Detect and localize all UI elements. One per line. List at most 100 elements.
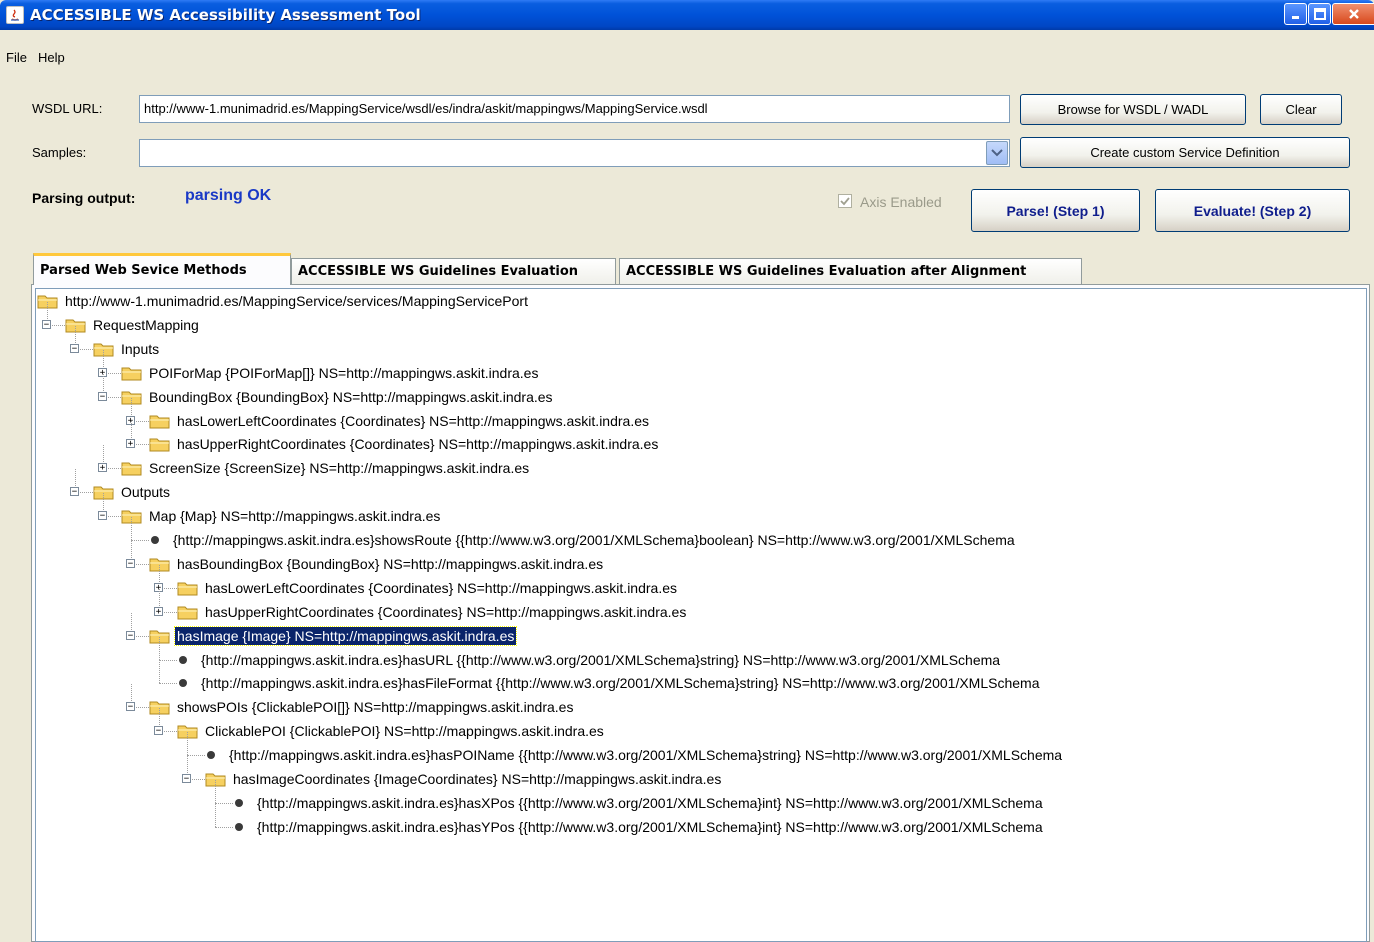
folder-icon — [149, 699, 171, 715]
leaf-bullet-icon — [179, 656, 187, 664]
leaf-bullet-icon — [207, 751, 215, 759]
tree-node-folder[interactable]: http://www-1.munimadrid.es/MappingServic… — [37, 290, 530, 312]
tree-node-folder[interactable]: Map {Map} NS=http://mappingws.askit.indr… — [121, 505, 442, 527]
browse-wsdl-button[interactable]: Browse for WSDL / WADL — [1020, 94, 1246, 125]
tree-node-leaf[interactable]: {http://mappingws.askit.indra.es}hasPOIN… — [205, 744, 1064, 766]
title-bar[interactable]: ACCESSIBLE WS Accessibility Assessment T… — [0, 0, 1374, 30]
tree-node-folder[interactable]: ClickablePOI {ClickablePOI} NS=http://ma… — [177, 720, 606, 742]
tree-node-label: showsPOIs {ClickablePOI[]} NS=http://map… — [177, 699, 574, 715]
tree-node-label: POIForMap {POIForMap[]} NS=http://mappin… — [149, 365, 539, 381]
tree-node-leaf[interactable]: {http://mappingws.askit.indra.es}hasYPos… — [233, 816, 1045, 838]
tree-node-label: hasLowerLeftCoordinates {Coordinates} NS… — [205, 580, 677, 596]
tree-connector — [131, 540, 149, 541]
collapse-icon[interactable]: − — [126, 559, 135, 568]
tree-node-folder[interactable]: BoundingBox {BoundingBox} NS=http://mapp… — [121, 386, 555, 408]
axis-enabled-label: Axis Enabled — [860, 194, 942, 210]
window-title: ACCESSIBLE WS Accessibility Assessment T… — [30, 6, 421, 24]
tree-node-label: Map {Map} NS=http://mappingws.askit.indr… — [149, 508, 441, 524]
folder-icon — [121, 365, 143, 381]
tree-node-folder[interactable]: showsPOIs {ClickablePOI[]} NS=http://map… — [149, 696, 575, 718]
tree-node-folder[interactable]: POIForMap {POIForMap[]} NS=http://mappin… — [121, 362, 540, 384]
samples-combobox[interactable] — [139, 139, 1010, 167]
tree-node-folder[interactable]: hasImage {Image} NS=http://mappingws.ask… — [149, 625, 518, 647]
samples-label: Samples: — [32, 145, 87, 160]
tree-node-folder[interactable]: RequestMapping — [65, 314, 201, 336]
parsing-status: parsing OK — [185, 187, 272, 204]
collapse-icon[interactable]: − — [126, 702, 135, 711]
tree-node-label: {http://mappingws.askit.indra.es}hasXPos… — [257, 795, 1043, 811]
axis-enabled-checkbox[interactable] — [838, 194, 852, 208]
tree-node-label: ScreenSize {ScreenSize} NS=http://mappin… — [149, 460, 530, 476]
tree-node-label: hasLowerLeftCoordinates {Coordinates} NS… — [177, 413, 649, 429]
tree-node-label: RequestMapping — [93, 317, 199, 333]
tree-connector — [187, 732, 188, 755]
folder-icon — [37, 293, 59, 309]
tab-guidelines-evaluation[interactable]: ACCESSIBLE WS Guidelines Evaluation — [291, 258, 616, 284]
folder-icon — [177, 723, 199, 739]
tree-node-label: {http://mappingws.askit.indra.es}hasYPos… — [257, 819, 1043, 835]
collapse-icon[interactable]: − — [98, 511, 107, 520]
tree-node-folder[interactable]: hasLowerLeftCoordinates {Coordinates} NS… — [149, 410, 651, 432]
menu-file[interactable]: File — [6, 50, 36, 65]
tab-parsed-methods[interactable]: Parsed Web Sevice Methods — [33, 253, 291, 285]
folder-icon — [205, 771, 227, 787]
minimize-button[interactable] — [1284, 3, 1307, 25]
collapse-icon[interactable]: − — [154, 726, 163, 735]
tree-connector — [159, 683, 177, 684]
collapse-icon[interactable]: − — [182, 774, 191, 783]
tree-node-label: hasUpperRightCoordinates {Coordinates} N… — [177, 436, 659, 452]
parsing-output-label: Parsing output: — [32, 190, 136, 206]
tree-node-label: Outputs — [121, 484, 171, 500]
tree-node-folder[interactable]: Outputs — [93, 481, 172, 503]
tab-guidelines-after-alignment[interactable]: ACCESSIBLE WS Guidelines Evaluation afte… — [619, 258, 1082, 284]
tree-node-label: hasUpperRightCoordinates {Coordinates} N… — [205, 604, 687, 620]
tree-node-folder[interactable]: hasBoundingBox {BoundingBox} NS=http://m… — [149, 553, 605, 575]
collapse-icon[interactable]: − — [126, 631, 135, 640]
collapse-icon[interactable]: − — [42, 320, 51, 329]
create-custom-service-button[interactable]: Create custom Service Definition — [1020, 137, 1350, 168]
expand-icon[interactable]: + — [98, 463, 107, 472]
tree-node-leaf[interactable]: {http://mappingws.askit.indra.es}hasURL … — [177, 649, 1002, 671]
menu-help[interactable]: Help — [38, 50, 74, 65]
folder-icon — [121, 508, 143, 524]
wsdl-url-input[interactable]: http://www-1.munimadrid.es/MappingServic… — [139, 95, 1010, 123]
expand-icon[interactable]: + — [154, 607, 163, 616]
close-button[interactable] — [1332, 3, 1374, 25]
leaf-bullet-icon — [235, 799, 243, 807]
tree-connector — [215, 804, 216, 827]
tree-node-folder[interactable]: hasUpperRightCoordinates {Coordinates} N… — [149, 433, 660, 455]
tree-node-leaf[interactable]: {http://mappingws.askit.indra.es}hasXPos… — [233, 792, 1045, 814]
evaluate-button[interactable]: Evaluate! (Step 2) — [1155, 189, 1350, 232]
collapse-icon[interactable]: − — [70, 344, 79, 353]
tree-connector — [159, 660, 160, 683]
folder-icon — [177, 604, 199, 620]
tree-node-label: BoundingBox {BoundingBox} NS=http://mapp… — [149, 389, 553, 405]
tree-node-label: {http://mappingws.askit.indra.es}showsRo… — [173, 532, 1015, 548]
expand-icon[interactable]: + — [126, 439, 135, 448]
tree-connector — [159, 637, 160, 660]
tree-node-label: ClickablePOI {ClickablePOI} NS=http://ma… — [205, 723, 604, 739]
chevron-down-icon[interactable] — [986, 141, 1008, 165]
tree-node-folder[interactable]: ScreenSize {ScreenSize} NS=http://mappin… — [121, 457, 531, 479]
folder-icon — [149, 556, 171, 572]
clear-button[interactable]: Clear — [1260, 94, 1342, 125]
tree-node-folder[interactable]: hasUpperRightCoordinates {Coordinates} N… — [177, 601, 688, 623]
tree-node-label: http://www-1.munimadrid.es/MappingServic… — [65, 293, 528, 309]
tree-node-label: {http://mappingws.askit.indra.es}hasFile… — [201, 675, 1040, 691]
collapse-icon[interactable]: − — [98, 392, 107, 401]
tree-node-folder[interactable]: hasImageCoordinates {ImageCoordinates} N… — [205, 768, 723, 790]
tree-node-folder[interactable]: hasLowerLeftCoordinates {Coordinates} NS… — [177, 577, 679, 599]
tree-node-leaf[interactable]: {http://mappingws.askit.indra.es}showsRo… — [149, 529, 1017, 551]
tree-node-leaf[interactable]: {http://mappingws.askit.indra.es}hasFile… — [177, 672, 1041, 694]
tree-node-label: {http://mappingws.askit.indra.es}hasPOIN… — [229, 747, 1063, 763]
wsdl-url-label: WSDL URL: — [32, 101, 103, 116]
tree-node-label: hasBoundingBox {BoundingBox} NS=http://m… — [177, 556, 604, 572]
collapse-icon[interactable]: − — [70, 487, 79, 496]
tree-connector — [215, 803, 233, 804]
tree-connector — [215, 827, 233, 828]
tree-connector — [131, 517, 132, 540]
parse-button[interactable]: Parse! (Step 1) — [971, 189, 1140, 232]
maximize-button[interactable] — [1308, 3, 1331, 25]
folder-icon — [121, 460, 143, 476]
leaf-bullet-icon — [235, 823, 243, 831]
